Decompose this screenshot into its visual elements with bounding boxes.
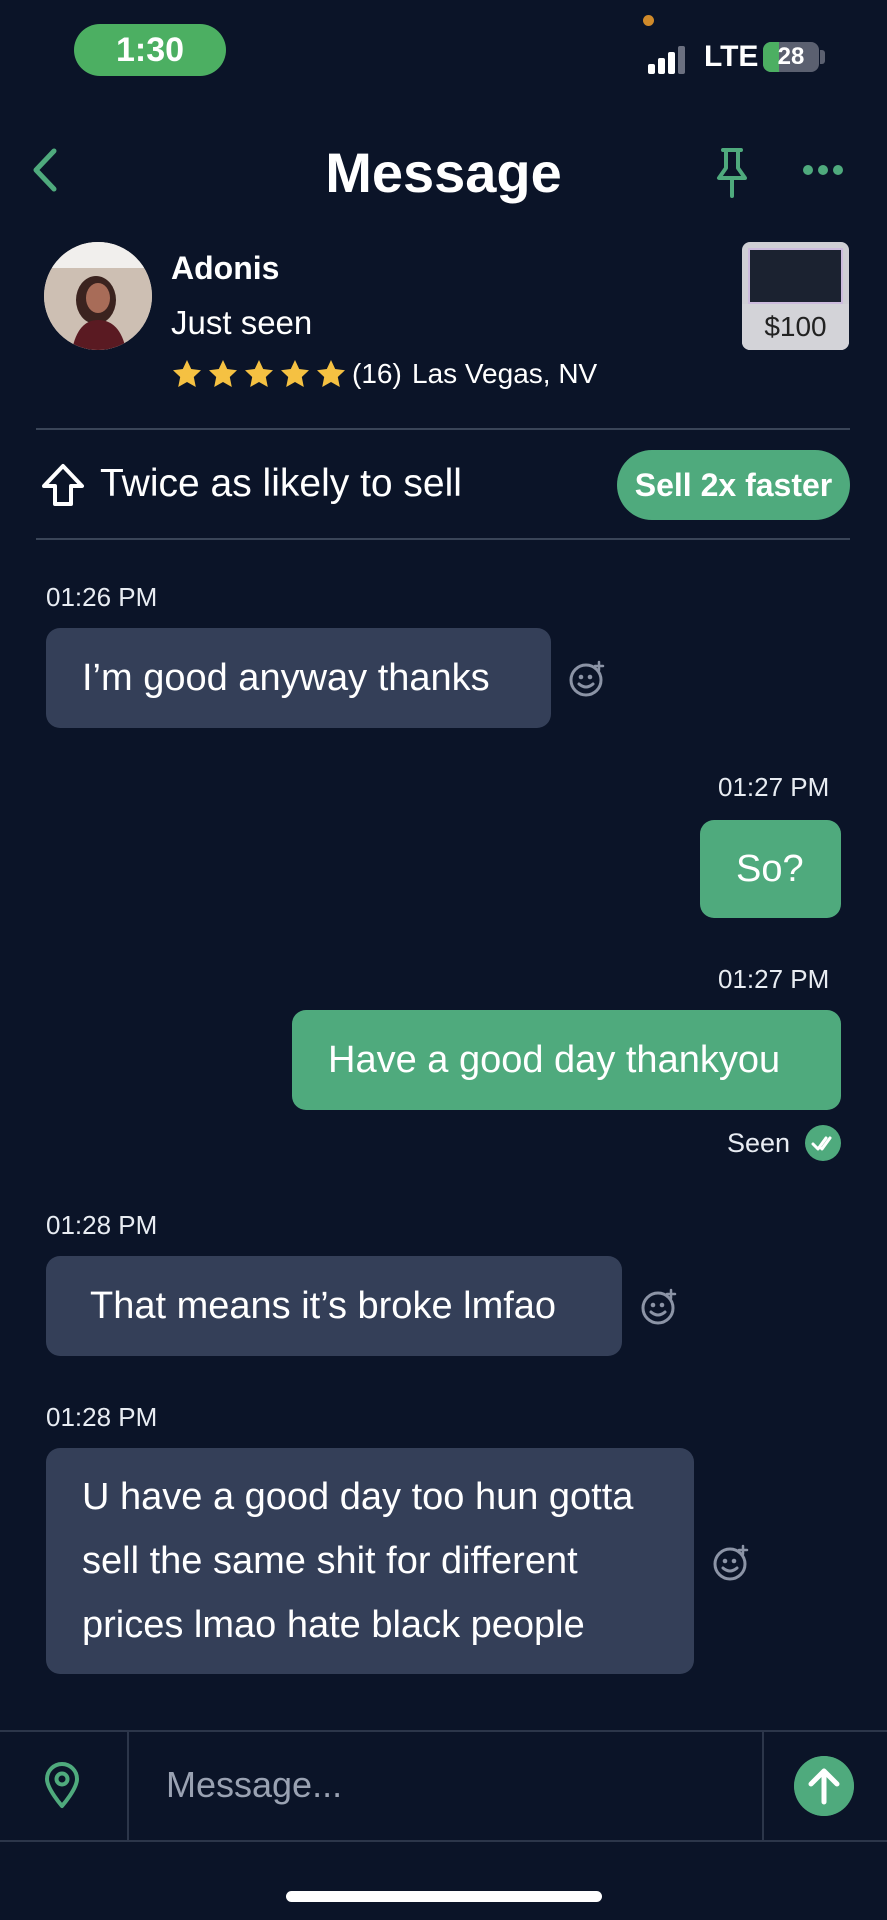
message-text: So?	[736, 848, 804, 890]
star-icon	[317, 360, 345, 387]
star-icon	[245, 360, 273, 387]
promo-text: Twice as likely to sell	[100, 462, 462, 505]
double-check-icon	[805, 1125, 841, 1161]
listing-price: $100	[742, 304, 849, 350]
message-timestamp: 01:27 PM	[718, 964, 830, 994]
message-text: That means it’s broke lmfao	[90, 1285, 557, 1327]
message-text: Have a good day thankyou	[328, 1039, 781, 1081]
message-timestamp: 01:28 PM	[46, 1210, 158, 1240]
add-reaction-icon[interactable]	[568, 660, 606, 698]
add-reaction-icon[interactable]	[712, 1544, 750, 1582]
listing-image	[748, 248, 843, 304]
status-time: 1:30	[74, 24, 226, 76]
battery-level: 28	[777, 43, 805, 70]
battery-tip	[820, 50, 825, 64]
composer-separator	[127, 1730, 129, 1842]
message-input[interactable]	[166, 1760, 746, 1810]
composer-separator	[762, 1730, 764, 1842]
divider	[36, 538, 850, 540]
avatar-photo	[44, 242, 152, 350]
page-title: Message	[325, 141, 562, 204]
seller-name[interactable]: Adonis	[171, 250, 279, 287]
add-reaction-icon[interactable]	[640, 1288, 678, 1326]
message-timestamp: 01:27 PM	[718, 772, 830, 802]
location-pin-icon[interactable]	[42, 1760, 82, 1810]
incoming-message-bubble[interactable]: U have a good day too hun gotta sell the…	[46, 1448, 694, 1674]
outgoing-message-bubble[interactable]: Have a good day thankyou	[292, 1010, 841, 1110]
rating-count: (16)	[352, 358, 402, 389]
home-indicator[interactable]	[286, 1891, 602, 1902]
incoming-message-bubble[interactable]: That means it’s broke lmfao	[46, 1256, 622, 1356]
star-icon	[281, 360, 309, 387]
network-label: LTE	[704, 40, 759, 73]
privacy-indicator-dot	[643, 15, 654, 26]
message-timestamp: 01:26 PM	[46, 582, 158, 612]
listing-thumbnail[interactable]: $100	[742, 242, 849, 350]
sell-faster-button[interactable]: Sell 2x faster	[617, 450, 850, 520]
composer-divider	[0, 1840, 887, 1842]
avatar[interactable]	[44, 242, 152, 350]
seen-receipt-label: Seen	[727, 1128, 791, 1158]
message-text-line: prices lmao hate black people	[82, 1604, 585, 1646]
incoming-message-bubble[interactable]: I’m good anyway thanks	[46, 628, 551, 728]
battery-icon: 28	[763, 42, 819, 72]
star-icon	[173, 360, 201, 387]
pin-icon[interactable]	[713, 146, 751, 198]
star-icon	[209, 360, 237, 387]
last-seen-status: Just seen	[171, 304, 313, 341]
message-timestamp: 01:28 PM	[46, 1402, 158, 1432]
send-arrow-up-icon[interactable]	[794, 1756, 854, 1816]
message-text-line: U have a good day too hun gotta	[82, 1476, 634, 1518]
more-horizontal-icon[interactable]	[802, 162, 844, 178]
composer-divider	[0, 1730, 887, 1732]
divider	[36, 428, 850, 430]
outgoing-message-bubble[interactable]: So?	[700, 820, 841, 918]
arrow-up-outline-icon	[42, 464, 84, 506]
message-text-line: sell the same shit for different	[82, 1540, 578, 1582]
star-rating	[171, 358, 347, 390]
message-text: I’m good anyway thanks	[82, 657, 490, 699]
signal-icon	[648, 44, 692, 74]
seller-location: Las Vegas, NV	[412, 358, 598, 389]
